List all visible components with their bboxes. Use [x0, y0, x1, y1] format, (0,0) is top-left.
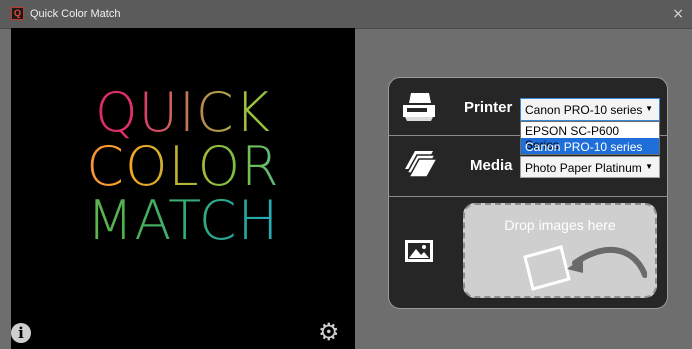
image-icon	[405, 240, 433, 262]
printer-icon	[403, 93, 435, 121]
media-select[interactable]: Photo Paper Platinum ▼	[520, 156, 660, 178]
logo-line-match: MATCH	[11, 194, 355, 248]
printer-label: Printer	[464, 99, 513, 116]
printer-row: Printer Canon PRO-10 series ▼ EPSON SC-P…	[389, 78, 667, 155]
gear-icon[interactable]: ⚙	[318, 320, 342, 344]
image-drop-row: Drop images here	[389, 196, 667, 308]
info-icon[interactable]: i	[11, 323, 31, 343]
logo-line-color: COLOR	[11, 140, 355, 194]
media-selected-value: Photo Paper Platinum	[525, 161, 642, 175]
image-dropzone[interactable]: Drop images here	[463, 203, 657, 298]
chevron-down-icon: ▼	[645, 162, 653, 171]
settings-card: Printer Canon PRO-10 series ▼ EPSON SC-P…	[388, 77, 668, 309]
quick-color-match-logo: QUICK COLOR MATCH	[11, 86, 355, 248]
media-label: Media	[470, 157, 513, 174]
printer-option-selected[interactable]: Canon PRO-10 series	[521, 138, 659, 154]
logo-panel: QUICK COLOR MATCH i ⚙	[11, 28, 355, 349]
window-title: Quick Color Match	[30, 8, 121, 20]
media-paper-icon	[405, 151, 437, 178]
app-logo-icon: Q	[11, 7, 24, 20]
printer-selected-value: Canon PRO-10 series	[525, 103, 643, 117]
chevron-down-icon: ▼	[645, 104, 653, 113]
dropzone-label: Drop images here	[504, 217, 616, 233]
title-bar: Q Quick Color Match ×	[0, 0, 692, 29]
drop-arrow-icon	[523, 245, 647, 291]
close-icon[interactable]: ×	[672, 6, 684, 22]
logo-line-quick: QUICK	[11, 86, 355, 140]
printer-dropdown-list: EPSON SC-P600 Series Canon PRO-10 series	[520, 121, 660, 155]
printer-option[interactable]: EPSON SC-P600 Series	[521, 122, 659, 152]
printer-select[interactable]: Canon PRO-10 series ▼	[520, 98, 660, 121]
